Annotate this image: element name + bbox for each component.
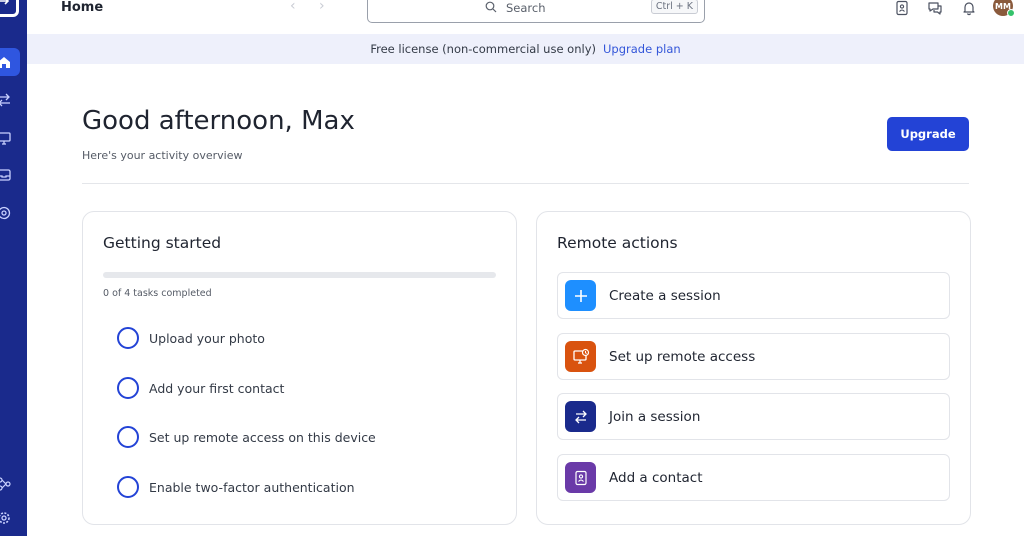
join-session-button[interactable]: Join a session: [557, 393, 950, 440]
search-input[interactable]: Search Ctrl + K: [367, 0, 705, 23]
action-label: Set up remote access: [609, 348, 756, 365]
monitor-icon: [0, 132, 11, 145]
sidebar-item-deployment[interactable]: [0, 161, 20, 189]
task-checkbox[interactable]: [117, 476, 139, 498]
page-title: Home: [61, 0, 104, 15]
task-two-factor[interactable]: Enable two-factor authentication: [117, 476, 355, 498]
upgrade-plan-link[interactable]: Upgrade plan: [603, 42, 681, 56]
sidebar-item-integrations[interactable]: [0, 470, 20, 498]
logo-arrows-icon: [0, 0, 10, 5]
greeting-heading: Good afternoon, Max: [82, 106, 355, 136]
sidebar: [0, 0, 27, 536]
swap-arrows-icon: [565, 401, 596, 432]
setup-remote-access-button[interactable]: Set up remote access: [557, 333, 950, 380]
tasks-progress-text: 0 of 4 tasks completed: [103, 288, 212, 299]
task-checkbox[interactable]: [117, 377, 139, 399]
header-divider: [82, 183, 969, 184]
connections-icon: [0, 477, 11, 491]
search-icon: [485, 1, 497, 13]
chat-icon[interactable]: [927, 0, 943, 16]
task-checkbox[interactable]: [117, 426, 139, 448]
task-add-contact[interactable]: Add your first contact: [117, 377, 284, 399]
tasks-progress-bar: [103, 272, 496, 278]
contact-icon: [565, 462, 596, 493]
app-logo[interactable]: [0, 0, 19, 17]
task-upload-photo[interactable]: Upload your photo: [117, 327, 265, 349]
license-banner: Free license (non-commercial use only) U…: [27, 34, 1024, 64]
forward-arrow-icon[interactable]: ›: [319, 0, 325, 14]
action-label: Join a session: [609, 408, 701, 425]
inbox-icon: [0, 169, 11, 181]
sidebar-item-sessions[interactable]: [0, 86, 20, 114]
contacts-book-icon[interactable]: [894, 0, 910, 16]
plus-icon: [565, 280, 596, 311]
online-status-dot: [1007, 9, 1015, 17]
avatar[interactable]: MM: [993, 0, 1015, 17]
create-session-button[interactable]: Create a session: [557, 272, 950, 319]
back-arrow-icon[interactable]: ‹: [290, 0, 296, 14]
remote-actions-card: Remote actions Create a session Set up r…: [536, 211, 971, 525]
getting-started-title: Getting started: [103, 234, 222, 252]
getting-started-card: Getting started 0 of 4 tasks completed U…: [82, 211, 517, 525]
task-remote-access[interactable]: Set up remote access on this device: [117, 426, 376, 448]
sidebar-item-home[interactable]: [0, 48, 20, 76]
task-label: Upload your photo: [149, 330, 265, 346]
upgrade-button[interactable]: Upgrade: [887, 117, 969, 151]
monitor-icon: [565, 341, 596, 372]
search-shortcut-hint: Ctrl + K: [650, 0, 698, 14]
bell-icon[interactable]: [961, 0, 977, 16]
gear-shield-icon: [0, 206, 11, 220]
home-icon: [0, 57, 10, 68]
remote-actions-title: Remote actions: [557, 234, 678, 252]
search-placeholder: Search: [506, 1, 546, 15]
task-checkbox[interactable]: [117, 327, 139, 349]
action-label: Add a contact: [609, 469, 703, 486]
task-label: Enable two-factor authentication: [149, 479, 355, 495]
activity-subtitle: Here's your activity overview: [82, 149, 243, 162]
top-bar: Home ‹ › Search Ctrl + K MM: [27, 0, 1024, 34]
task-label: Add your first contact: [149, 380, 285, 396]
license-text: Free license (non-commercial use only): [370, 42, 596, 56]
gear-icon: [0, 512, 10, 524]
sidebar-item-devices[interactable]: [0, 124, 20, 152]
swap-arrows-icon: [0, 93, 10, 107]
add-contact-button[interactable]: Add a contact: [557, 454, 950, 501]
sidebar-item-management[interactable]: [0, 199, 20, 227]
action-label: Create a session: [609, 287, 721, 304]
task-label: Set up remote access on this device: [149, 429, 376, 445]
sidebar-item-settings[interactable]: [0, 504, 20, 532]
